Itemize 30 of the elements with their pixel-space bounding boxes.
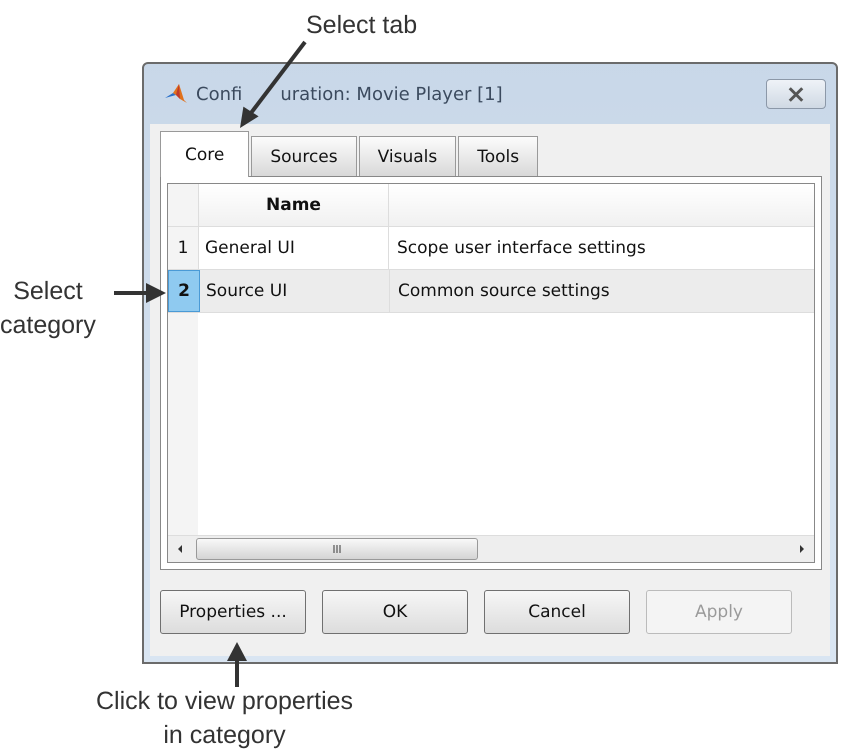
- scrollbar-thumb[interactable]: [196, 538, 478, 560]
- horizontal-scrollbar[interactable]: [168, 535, 814, 562]
- peak-logo-icon: [164, 82, 188, 106]
- tab[interactable]: Visuals: [358, 136, 456, 176]
- scroll-left-icon[interactable]: [176, 544, 184, 554]
- table-cell-text: Common source settings: [397, 280, 611, 303]
- dialog-button[interactable]: Properties ...: [160, 590, 306, 634]
- tab[interactable]: Tools: [458, 136, 538, 176]
- pointer-arrow: [225, 641, 249, 689]
- window-title: Confi: [196, 84, 242, 104]
- close-icon: [787, 86, 805, 102]
- scroll-right-icon[interactable]: [798, 544, 806, 554]
- window-title: uration: Movie Player [1]: [280, 84, 503, 104]
- dialog-button[interactable]: OK: [322, 590, 468, 634]
- dialog-button[interactable]: Cancel: [484, 590, 630, 634]
- table-cell: Source UI: [200, 270, 390, 312]
- grip-icon: [332, 544, 342, 554]
- callout-text: Click to view properties in category: [96, 686, 354, 751]
- pointer-arrow: [114, 281, 168, 305]
- row-number: 2: [168, 270, 200, 312]
- tab[interactable]: Core: [160, 131, 250, 177]
- callout-text: Select tab: [306, 10, 418, 41]
- callout-text: Select category: [0, 276, 96, 341]
- table-cell-text: Scope user interface settings: [396, 237, 647, 260]
- column-header: Name: [199, 184, 389, 226]
- close-button[interactable]: [766, 79, 826, 109]
- table-cell: General UI: [199, 227, 389, 269]
- row-number: 1: [168, 227, 199, 269]
- tab[interactable]: Sources: [251, 136, 357, 176]
- table-row[interactable]: 2 Source UI Common source settings: [168, 270, 814, 313]
